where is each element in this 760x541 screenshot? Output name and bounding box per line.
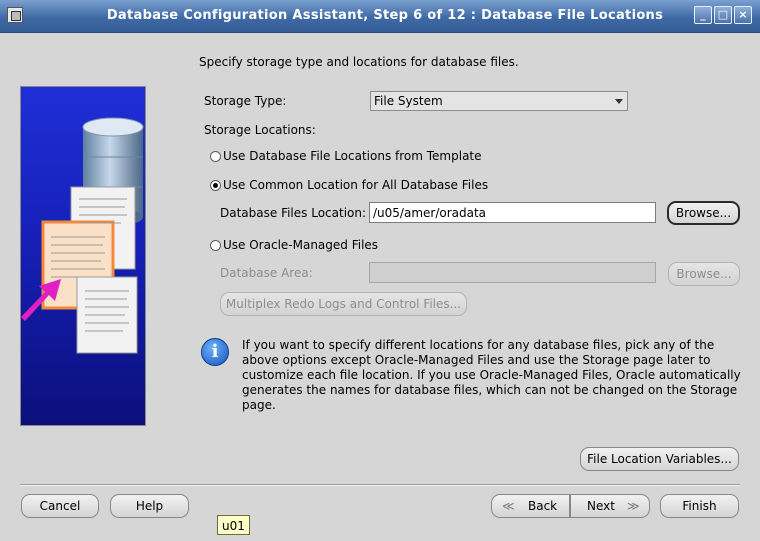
intro-text: Specify storage type and locations for d… <box>199 55 519 69</box>
radio-managed-label[interactable]: Use Oracle-Managed Files <box>223 238 378 252</box>
finish-button[interactable]: Finish <box>660 494 739 518</box>
radio-common-location[interactable] <box>210 180 221 191</box>
multiplex-redo-logs-button[interactable]: Multiplex Redo Logs and Control Files... <box>220 292 467 316</box>
chevron-down-icon <box>615 99 623 104</box>
storage-type-label: Storage Type: <box>204 94 287 108</box>
storage-type-value: File System <box>374 94 443 108</box>
maximize-button[interactable]: □ <box>714 6 732 24</box>
database-files-illustration <box>21 117 144 354</box>
chevron-left-icon: ≪ <box>502 499 515 513</box>
info-text: If you want to specify different locatio… <box>242 338 741 412</box>
tooltip: u01 <box>217 515 250 535</box>
close-button[interactable]: × <box>734 6 752 24</box>
cancel-button[interactable]: Cancel <box>21 494 99 518</box>
db-files-location-label: Database Files Location: <box>220 206 367 220</box>
next-label: Next <box>587 499 615 513</box>
help-button[interactable]: Help <box>110 494 189 518</box>
radio-template-locations[interactable] <box>210 151 221 162</box>
browse-database-area-button[interactable]: Browse... <box>668 262 740 286</box>
next-button[interactable]: Next ≫ <box>570 494 650 518</box>
radio-oracle-managed[interactable] <box>210 240 221 251</box>
file-location-variables-button[interactable]: File Location Variables... <box>580 447 739 471</box>
back-label: Back <box>528 499 558 513</box>
radio-template-label[interactable]: Use Database File Locations from Templat… <box>223 149 482 163</box>
title-bar: Database Configuration Assistant, Step 6… <box>0 0 760 33</box>
storage-locations-label: Storage Locations: <box>204 123 316 137</box>
db-files-location-input[interactable]: /u05/amer/oradata <box>369 202 656 223</box>
footer-separator <box>20 484 740 486</box>
storage-type-select[interactable]: File System <box>370 91 628 111</box>
wizard-illustration <box>20 86 146 426</box>
browse-db-files-button[interactable]: Browse... <box>667 201 740 225</box>
window-title: Database Configuration Assistant, Step 6… <box>106 8 664 23</box>
database-area-label: Database Area: <box>220 266 313 280</box>
radio-common-label[interactable]: Use Common Location for All Database Fil… <box>223 178 488 192</box>
minimize-button[interactable]: _ <box>694 6 712 24</box>
db-files-location-value: /u05/amer/oradata <box>373 206 487 220</box>
info-icon: i <box>201 338 229 366</box>
chevron-right-icon: ≫ <box>627 499 640 513</box>
database-area-input[interactable] <box>369 262 656 283</box>
back-button[interactable]: ≪ Back <box>491 494 570 518</box>
